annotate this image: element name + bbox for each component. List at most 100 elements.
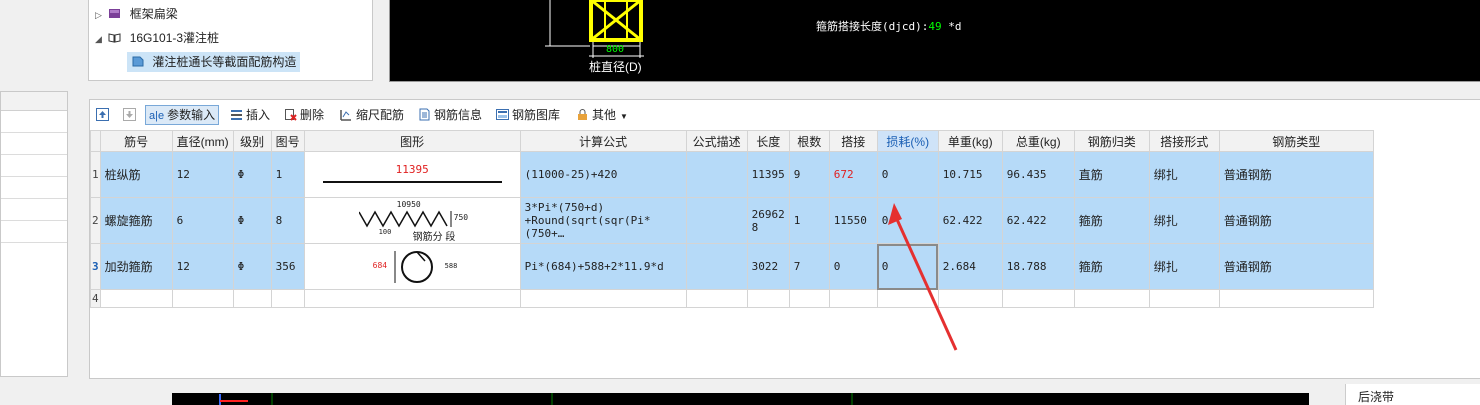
header-formula[interactable]: 计算公式 [519,130,687,152]
cad-drawing-view[interactable]: 800 桩直径(D) 箍筋搭接长度(djcd):49 *d [389,0,1480,82]
empty-cell[interactable] [685,289,748,308]
cell-formula[interactable]: 3*Pi*(750+d) +Round(sqrt(sqr(Pi*(750+… [519,197,687,244]
cell-rebar-type[interactable]: 普通钢筋 [1218,151,1374,198]
header-lap-type[interactable]: 搭接形式 [1148,130,1220,152]
empty-cell[interactable] [746,289,790,308]
cell-lap[interactable]: 0 [828,243,878,290]
cell-rebar-type[interactable]: 普通钢筋 [1218,243,1374,290]
empty-cell[interactable] [1148,289,1220,308]
cell-formula[interactable]: Pi*(684)+588+2*11.9*d [519,243,687,290]
empty-cell[interactable] [519,289,687,308]
cell-lap-type[interactable]: 绑扎 [1148,243,1220,290]
tree-item-frame-flat-beam[interactable]: ▷ 框架扁梁 [95,4,178,24]
empty-cell[interactable] [1218,289,1374,308]
cell-grade[interactable]: Φ [232,197,272,244]
header-total-weight[interactable]: 总重(kg) [1001,130,1075,152]
header-rebar-type[interactable]: 钢筋类型 [1218,130,1374,152]
cell-category[interactable]: 箍筋 [1073,243,1150,290]
other-menu-button[interactable]: 其他 ▼ [576,106,628,124]
header-length[interactable]: 长度 [746,130,790,152]
empty-cell[interactable] [1073,289,1150,308]
header-count[interactable]: 根数 [788,130,830,152]
cell-shape[interactable]: 10950 750 100 钢筋分 段 [303,197,521,244]
cell-fig-no[interactable]: 1 [270,151,305,198]
cell-lap[interactable]: 672 [828,151,878,198]
cell-lap-type[interactable]: 绑扎 [1148,197,1220,244]
table-row[interactable]: 3 加劲箍筋 12 Φ 356 684 588 Pi*(684)+588+2*1… [90,243,1374,290]
empty-cell[interactable] [788,289,830,308]
cell-length[interactable]: 26962 8 [746,197,790,244]
cell-loss[interactable]: 0 [876,151,939,198]
cell-fig-no[interactable]: 356 [270,243,305,290]
insert-button[interactable]: 插入 [230,106,270,124]
header-loss[interactable]: 损耗(%) [876,130,939,152]
empty-cell[interactable] [270,289,305,308]
cell-bar-name[interactable]: 桩纵筋 [99,151,173,198]
table-row[interactable]: 2 螺旋箍筋 6 Φ 8 10950 750 100 钢筋分 段 3*Pi*(7… [90,197,1374,244]
table-row[interactable]: 1 桩纵筋 12 Φ 1 11395 (11000-25)+420 11395 … [90,151,1374,198]
collapse-arrow-icon[interactable]: ◢ [95,29,105,49]
cell-lap-type[interactable]: 绑扎 [1148,151,1220,198]
cell-category[interactable]: 直筋 [1073,151,1150,198]
empty-cell[interactable] [828,289,878,308]
cell-diameter[interactable]: 12 [171,243,234,290]
header-category[interactable]: 钢筋归类 [1073,130,1150,152]
move-down-button[interactable] [123,106,139,124]
left-panel-row[interactable] [1,133,67,155]
table-row[interactable]: 4 [90,289,1374,308]
cell-grade[interactable]: Φ [232,243,272,290]
empty-cell[interactable] [99,289,173,308]
cell-lap[interactable]: 11550 [828,197,878,244]
left-panel-row[interactable] [1,155,67,177]
tree-item-pile-section[interactable]: 灌注桩通长等截面配筋构造 [127,52,301,72]
cell-unit-weight[interactable]: 10.715 [937,151,1003,198]
cell-formula-desc[interactable] [685,151,748,198]
scale-rebar-button[interactable]: 缩尺配筋 [340,106,404,124]
header-unit-weight[interactable]: 单重(kg) [937,130,1003,152]
cell-total-weight[interactable]: 62.422 [1001,197,1075,244]
left-panel-row[interactable] [1,221,67,243]
post-pour-strip-label[interactable]: 后浇带 [1358,388,1394,405]
empty-cell[interactable] [171,289,234,308]
cell-diameter[interactable]: 6 [171,197,234,244]
cell-count[interactable]: 1 [788,197,830,244]
rebar-info-button[interactable]: 钢筋信息 [418,106,482,124]
move-up-button[interactable] [96,106,112,124]
cell-bar-name[interactable]: 螺旋箍筋 [99,197,173,244]
header-shape[interactable]: 图形 [303,130,521,152]
cell-shape[interactable]: 684 588 [303,243,521,290]
cell-diameter[interactable]: 12 [171,151,234,198]
cell-formula[interactable]: (11000-25)+420 [519,151,687,198]
cell-rebar-type[interactable]: 普通钢筋 [1218,197,1374,244]
header-lap[interactable]: 搭接 [828,130,878,152]
cell-count[interactable]: 7 [788,243,830,290]
cell-total-weight[interactable]: 18.788 [1001,243,1075,290]
cell-length[interactable]: 11395 [746,151,790,198]
empty-cell[interactable] [232,289,272,308]
empty-cell[interactable] [303,289,521,308]
cell-total-weight[interactable]: 96.435 [1001,151,1075,198]
left-panel-row[interactable] [1,111,67,133]
header-fig-no[interactable]: 图号 [270,130,305,152]
cell-fig-no[interactable]: 8 [270,197,305,244]
tree-item-16g101-3[interactable]: ◢ 16G101-3灌注桩 [95,28,219,48]
cell-category[interactable]: 箍筋 [1073,197,1150,244]
bottom-cad-view[interactable] [172,393,1309,405]
param-input-button[interactable]: a|e 参数输入 [145,105,220,125]
cell-bar-name[interactable]: 加劲箍筋 [99,243,173,290]
lap-length-value[interactable]: 49 [928,20,941,33]
cell-grade[interactable]: Φ [232,151,272,198]
header-bar-no[interactable]: 筋号 [99,130,173,152]
empty-cell[interactable] [1001,289,1075,308]
cell-count[interactable]: 9 [788,151,830,198]
left-panel-row[interactable] [1,199,67,221]
cell-formula-desc[interactable] [685,197,748,244]
header-formula-desc[interactable]: 公式描述 [685,130,748,152]
left-panel-row[interactable] [1,177,67,199]
cell-shape[interactable]: 11395 [303,151,521,198]
header-grade[interactable]: 级别 [232,130,272,152]
cell-length[interactable]: 3022 [746,243,790,290]
header-diameter[interactable]: 直径(mm) [171,130,234,152]
rebar-library-button[interactable]: 钢筋图库 [496,106,560,124]
expand-arrow-icon[interactable]: ▷ [95,5,105,25]
